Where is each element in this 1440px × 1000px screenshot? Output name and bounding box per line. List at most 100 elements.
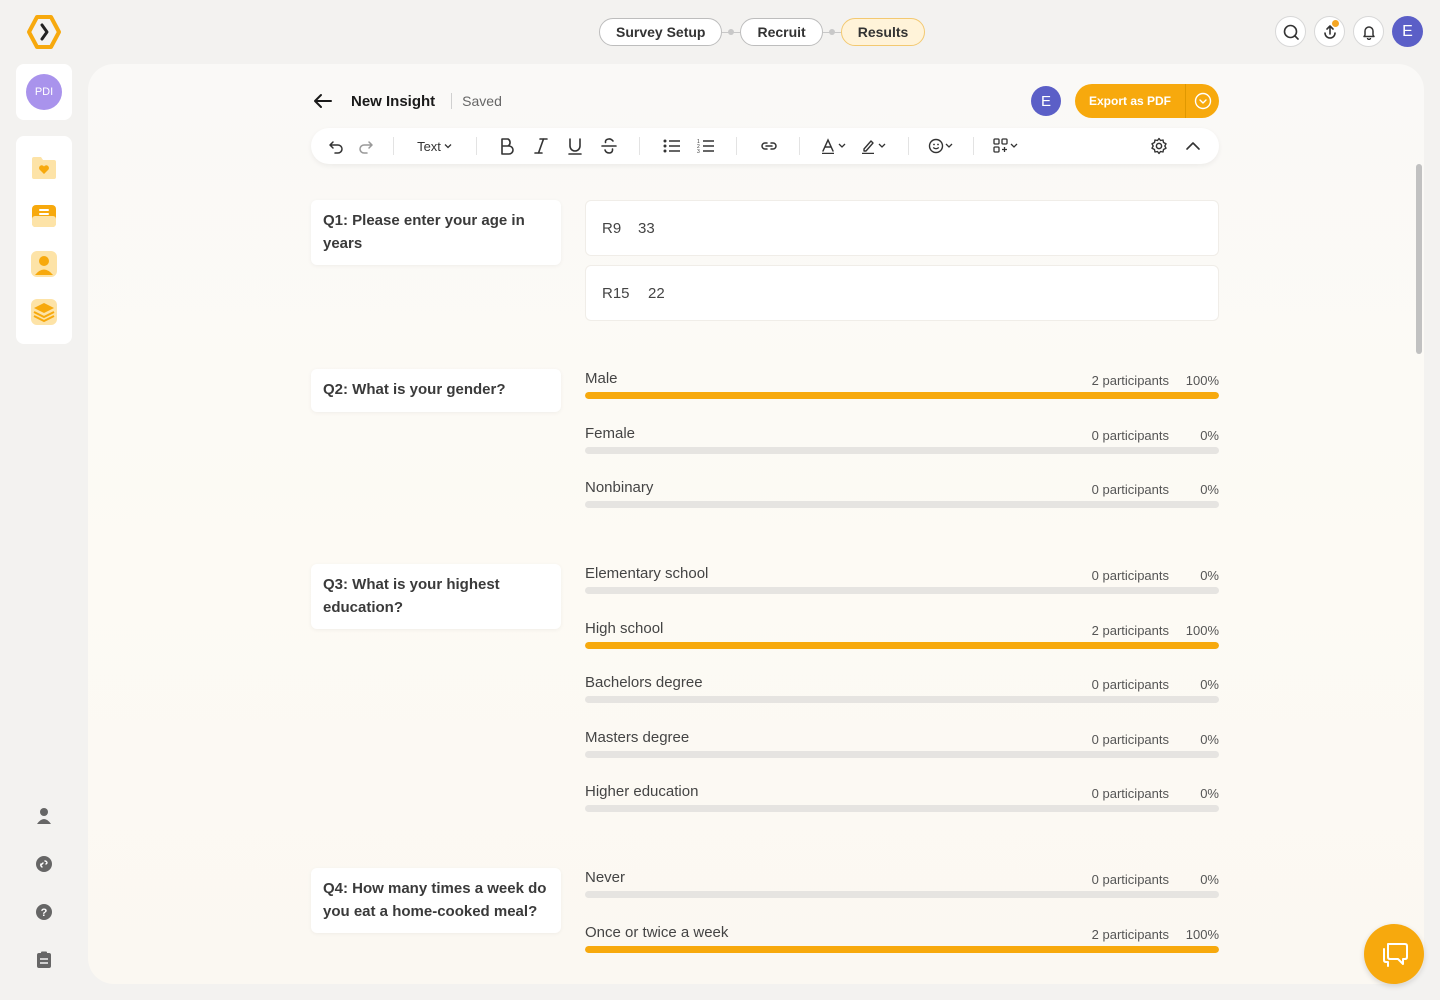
strikethrough-icon <box>601 138 617 154</box>
option-count: 0 participants <box>1091 786 1169 801</box>
option-row: Male 2 participants 100% <box>585 370 1219 410</box>
underline-button[interactable] <box>563 128 587 164</box>
insight-title[interactable]: New Insight <box>351 93 435 110</box>
svg-text:3: 3 <box>697 149 700 154</box>
response-row: R9 33 <box>585 200 1219 256</box>
option-label: Once or twice a week <box>585 924 729 941</box>
option-percent: 0% <box>1200 568 1219 583</box>
scrollbar[interactable] <box>1416 164 1424 354</box>
option-count: 2 participants <box>1091 373 1169 388</box>
insight-header: New Insight Saved E Export as PDF <box>311 84 1219 118</box>
emoji-dropdown[interactable] <box>927 128 957 164</box>
step-recruit[interactable]: Recruit <box>740 18 823 46</box>
text-style-dropdown[interactable]: Text <box>410 128 460 164</box>
gear-icon <box>1151 137 1167 155</box>
editor-toolbar: Text 123 <box>311 128 1219 164</box>
author-avatar[interactable]: E <box>1031 86 1061 116</box>
bell-icon <box>1362 25 1375 40</box>
chevron-up-icon <box>1186 142 1200 150</box>
collapse-toolbar-button[interactable] <box>1181 128 1205 164</box>
option-count: 0 participants <box>1091 568 1169 583</box>
option-count: 2 participants <box>1091 623 1169 638</box>
option-percent: 100% <box>1185 623 1219 638</box>
header-actions: E Export as PDF <box>1031 84 1219 118</box>
option-row: High school 2 participants 100% <box>585 620 1219 660</box>
option-label: Higher education <box>585 783 699 800</box>
sidebar-item-projects[interactable] <box>28 152 60 184</box>
option-row: Bachelors degree 0 participants 0% <box>585 674 1219 714</box>
back-arrow-icon[interactable] <box>311 89 335 113</box>
participant-icon <box>31 251 57 277</box>
search-button[interactable] <box>1275 16 1306 47</box>
insert-block-dropdown[interactable] <box>992 128 1022 164</box>
step-survey-setup[interactable]: Survey Setup <box>599 18 723 46</box>
option-percent: 0% <box>1200 872 1219 887</box>
progress-bar <box>585 805 1219 812</box>
link-button[interactable] <box>757 128 781 164</box>
scrollbar-thumb[interactable] <box>1416 164 1422 354</box>
highlight-dropdown[interactable] <box>860 128 890 164</box>
option-percent: 0% <box>1200 677 1219 692</box>
progress-bar <box>585 696 1219 703</box>
chevron-down-icon <box>444 144 452 149</box>
updates-button[interactable] <box>1314 16 1345 47</box>
sidebar-profile[interactable] <box>28 800 60 832</box>
response-row: R15 22 <box>585 265 1219 321</box>
toolbar-divider <box>799 137 800 155</box>
export-dropdown[interactable] <box>1185 84 1219 118</box>
bullet-list-button[interactable] <box>660 128 684 164</box>
option-percent: 0% <box>1200 786 1219 801</box>
response-value: 33 <box>638 219 655 237</box>
sidebar-integrations[interactable] <box>28 848 60 880</box>
sidebar-nav <box>16 136 72 344</box>
export-label[interactable]: Export as PDF <box>1075 94 1185 108</box>
italic-button[interactable] <box>529 128 553 164</box>
numbered-list-button[interactable]: 123 <box>694 128 718 164</box>
clipboard-icon <box>37 951 51 968</box>
step-connector <box>822 28 841 35</box>
option-label: Never <box>585 869 626 886</box>
option-label: Nonbinary <box>585 479 654 496</box>
strikethrough-button[interactable] <box>597 128 621 164</box>
option-label: Male <box>585 370 618 387</box>
respondent-id: R15 <box>602 284 630 302</box>
numbered-list-icon: 123 <box>697 139 714 154</box>
toolbar-divider <box>476 137 477 155</box>
question-card-q2: Q2: What is your gender? <box>311 369 561 412</box>
export-button[interactable]: Export as PDF <box>1075 84 1219 118</box>
help-icon: ? <box>36 904 52 920</box>
emoji-icon <box>928 138 953 154</box>
sidebar-item-library[interactable] <box>28 296 60 328</box>
option-count: 0 participants <box>1091 872 1169 887</box>
italic-icon <box>534 138 548 154</box>
undo-button[interactable] <box>325 128 347 164</box>
toolbar-divider <box>908 137 909 155</box>
progress-bar <box>585 751 1219 758</box>
settings-button[interactable] <box>1147 128 1171 164</box>
option-label: Female <box>585 425 636 442</box>
chat-bubbles-icon <box>1383 943 1408 967</box>
app-logo[interactable] <box>26 14 62 50</box>
step-results[interactable]: Results <box>840 18 926 46</box>
search-icon <box>1283 24 1299 40</box>
option-count: 0 participants <box>1091 482 1169 497</box>
sidebar-item-inbox[interactable] <box>28 200 60 232</box>
redo-icon <box>359 141 373 154</box>
progress-bar <box>585 392 1219 399</box>
blocks-icon <box>993 138 1018 153</box>
sidebar-tasks[interactable] <box>28 944 60 976</box>
toolbar-divider <box>639 137 640 155</box>
option-count: 0 participants <box>1091 677 1169 692</box>
text-color-dropdown[interactable] <box>820 128 850 164</box>
top-right-actions: E <box>1275 16 1423 47</box>
option-percent: 100% <box>1185 927 1219 942</box>
sidebar-help[interactable]: ? <box>28 896 60 928</box>
bold-button[interactable] <box>495 128 519 164</box>
org-switcher[interactable]: PDI <box>16 64 72 120</box>
chat-button[interactable] <box>1364 924 1424 984</box>
option-row: Never 0 participants 0% <box>585 869 1219 909</box>
sidebar-item-participants[interactable] <box>28 248 60 280</box>
redo-button[interactable] <box>355 128 377 164</box>
notifications-button[interactable] <box>1353 16 1384 47</box>
user-avatar[interactable]: E <box>1392 16 1423 47</box>
